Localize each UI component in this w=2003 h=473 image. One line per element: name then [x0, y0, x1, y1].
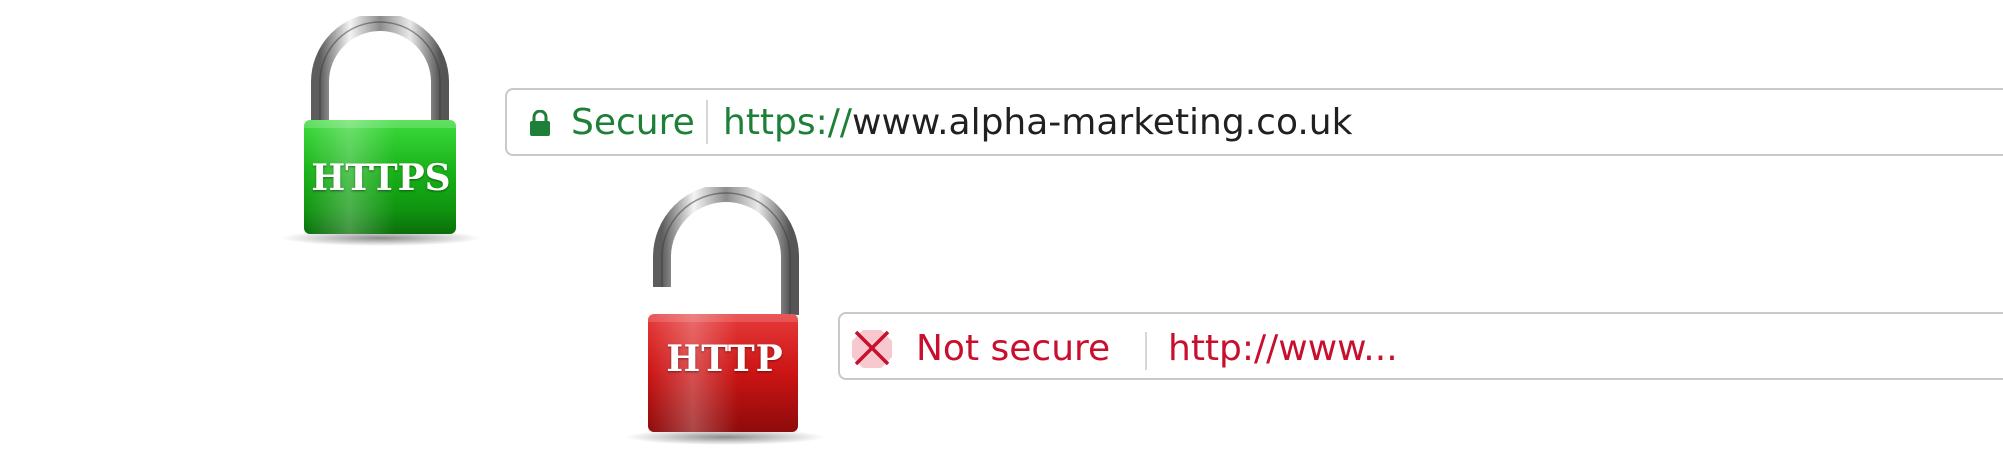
https-padlock-icon: HTTPS	[276, 16, 486, 248]
insecure-address-bar[interactable]: Not secure http://www...	[838, 312, 2003, 380]
http-padlock-graphic	[625, 187, 825, 445]
https-padlock-label: HTTPS	[311, 157, 451, 199]
lock-icon[interactable]	[529, 110, 551, 136]
insecure-url-text[interactable]: http://www...	[1168, 328, 1398, 369]
url-host: www.alpha-marketing.co.uk	[852, 102, 1353, 143]
http-padlock-icon: HTTP	[620, 187, 830, 447]
http-padlock-label: HTTP	[666, 338, 784, 380]
not-secure-status-label[interactable]: Not secure	[916, 328, 1110, 369]
secure-status-label[interactable]: Secure	[571, 102, 695, 143]
url-scheme: https://	[723, 102, 853, 143]
address-divider	[1145, 332, 1147, 370]
secure-url-text[interactable]: https://www.alpha-marketing.co.uk	[723, 102, 1352, 143]
https-padlock-graphic	[281, 16, 481, 246]
not-secure-x-icon[interactable]	[850, 326, 894, 370]
address-divider	[706, 100, 708, 144]
secure-address-bar[interactable]: Secure https://www.alpha-marketing.co.uk	[505, 88, 2003, 156]
